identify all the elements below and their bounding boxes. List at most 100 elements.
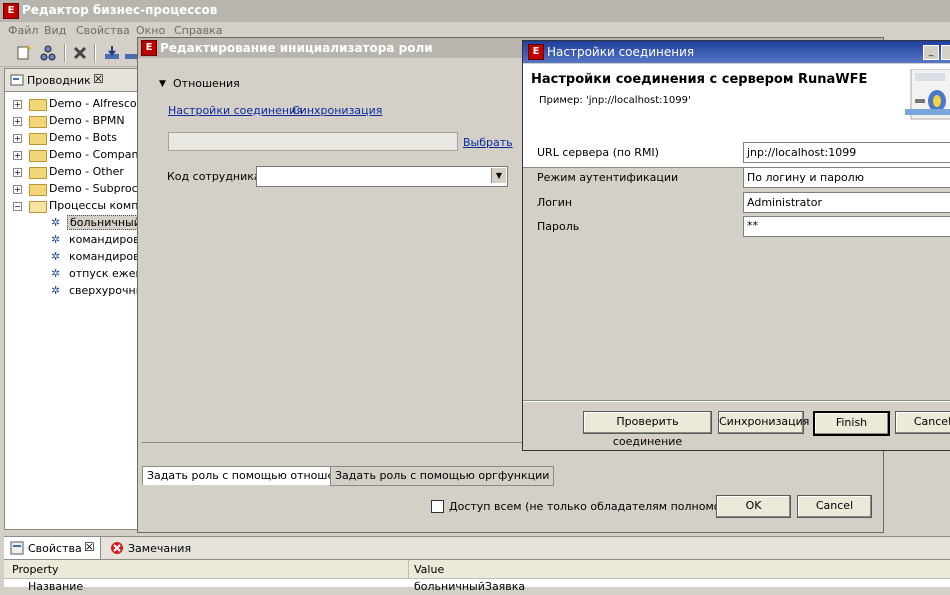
- open-folder-icon: [29, 201, 47, 213]
- tab-issues[interactable]: Замечания: [108, 537, 196, 559]
- cancel-button[interactable]: Cancel: [895, 411, 950, 434]
- menu-help[interactable]: Справка: [174, 24, 222, 37]
- menu-file[interactable]: Файл: [8, 24, 38, 37]
- employee-code-select[interactable]: ▼: [256, 166, 508, 187]
- error-icon: [111, 542, 123, 554]
- role-dialog-title: Редактирование инициализатора роли: [160, 41, 433, 55]
- section-title: Отношения: [173, 77, 240, 90]
- sync-link[interactable]: Синхронизация: [292, 104, 382, 117]
- tree-item-label: Demo - Other: [49, 165, 124, 178]
- connection-dialog-title: Настройки соединения: [547, 45, 695, 59]
- folder-icon: [29, 167, 47, 179]
- connection-dialog-titlebar: E Настройки соединения _: [523, 41, 950, 63]
- sync-button[interactable]: Синхронизация: [718, 411, 809, 434]
- import-icon[interactable]: [104, 45, 120, 61]
- tree-item-label: Demo - Company: [49, 148, 145, 161]
- menu-window[interactable]: Окно: [136, 24, 165, 37]
- access-all-checkbox[interactable]: [431, 500, 444, 513]
- process-icon: ✲: [51, 267, 61, 280]
- properties-panel: Свойства ☒ Замечания Property Value Назв…: [4, 536, 950, 593]
- properties-table-header: Property Value: [4, 560, 950, 579]
- tree-item-label: сверхурочны: [69, 284, 145, 297]
- expand-icon[interactable]: +: [13, 151, 22, 160]
- auth-mode-label: Режим аутентификации: [537, 171, 679, 184]
- minimize-icon[interactable]: _: [923, 45, 939, 60]
- section-toggle-icon[interactable]: ▼: [159, 79, 166, 89]
- expand-icon[interactable]: +: [13, 168, 22, 177]
- url-label: URL сервера (по RMI): [537, 146, 659, 159]
- tree-item-label: Demo - Bots: [49, 131, 117, 144]
- column-property: Property: [12, 563, 59, 576]
- properties-icon: [10, 541, 24, 555]
- cancel-button[interactable]: Cancel: [797, 495, 872, 518]
- properties-tab-bar: Свойства ☒ Замечания: [4, 537, 950, 560]
- expand-icon[interactable]: +: [13, 185, 22, 194]
- main-window-title: Редактор бизнес-процессов: [22, 3, 218, 17]
- tree-item-label: Demo - Alfresco: [49, 97, 137, 110]
- expand-icon[interactable]: +: [13, 100, 22, 109]
- explorer-icon: [10, 74, 24, 86]
- tree-item-label: Demo - Subproces: [49, 182, 151, 195]
- expand-icon[interactable]: +: [13, 117, 22, 126]
- explorer-panel: Проводник ☒ + Demo - Alfresco + Demo - B…: [4, 68, 156, 530]
- chevron-down-icon[interactable]: ▼: [491, 168, 506, 183]
- url-input[interactable]: jnp://localhost:1099: [743, 142, 950, 163]
- auth-mode-select[interactable]: По логину и паролю: [743, 167, 950, 188]
- finish-button[interactable]: Finish: [813, 411, 890, 436]
- close-icon[interactable]: ☒: [84, 540, 95, 554]
- new-file-icon[interactable]: [16, 45, 32, 61]
- folder-icon: [29, 99, 47, 111]
- row-property: Название: [28, 580, 84, 593]
- main-window-titlebar: E Редактор бизнес-процессов: [0, 0, 950, 22]
- url-value: jnp://localhost:1099: [747, 146, 857, 159]
- close-icon[interactable]: ☒: [93, 72, 104, 86]
- login-label: Логин: [537, 196, 573, 209]
- header-title: Настройки соединения с сервером RunaWFE: [531, 72, 868, 87]
- expand-icon[interactable]: +: [13, 134, 22, 143]
- plug-connection-icon: [905, 69, 950, 120]
- explorer-tab[interactable]: Проводник ☒: [5, 69, 137, 92]
- menu-properties[interactable]: Свойства: [76, 24, 130, 37]
- collapse-icon[interactable]: −: [13, 202, 22, 211]
- tab-properties[interactable]: Свойства ☒: [4, 537, 101, 559]
- login-input[interactable]: Administrator: [743, 192, 950, 213]
- relation-field[interactable]: [168, 132, 458, 151]
- login-value: Administrator: [747, 196, 822, 209]
- tab-orgfunction-role[interactable]: Задать роль с помощью оргфункции: [330, 466, 555, 486]
- check-connection-button[interactable]: Проверить соединение: [583, 411, 712, 448]
- folder-icon: [29, 150, 47, 162]
- auth-mode-value: По логину и паролю: [747, 171, 864, 184]
- tab-properties-label: Свойства: [28, 542, 82, 555]
- ok-button[interactable]: OK: [716, 495, 791, 518]
- row-value: больничныйЗаявка: [414, 580, 526, 593]
- process-icon: ✲: [51, 233, 61, 246]
- password-input[interactable]: **: [743, 216, 950, 237]
- app-ef-icon: E: [528, 44, 544, 60]
- app-ef-icon: E: [3, 3, 19, 19]
- table-row[interactable]: Название больничныйЗаявка: [4, 579, 950, 595]
- tree-item-label-selected: больничный: [67, 215, 144, 230]
- connection-settings-link[interactable]: Настройки соединения: [168, 104, 303, 117]
- menu-view[interactable]: Вид: [44, 24, 66, 37]
- process-icon: ✲: [51, 250, 61, 263]
- tab-relation-role[interactable]: Задать роль с помощью отношения: [142, 466, 361, 485]
- maximize-icon[interactable]: [941, 45, 950, 60]
- delete-icon[interactable]: [72, 45, 88, 61]
- tree-item-label: Demo - BPMN: [49, 114, 125, 127]
- folder-icon: [29, 116, 47, 128]
- process-icon: ✲: [51, 284, 61, 297]
- folder-icon: [29, 133, 47, 145]
- header-example: Пример: 'jnp://localhost:1099': [539, 95, 691, 106]
- app-ef-icon: E: [141, 40, 157, 56]
- tab-issues-label: Замечания: [128, 542, 192, 555]
- column-value: Value: [414, 563, 445, 576]
- tree-item-label: командировк: [69, 250, 147, 263]
- choose-link[interactable]: Выбрать: [463, 136, 513, 149]
- folder-icon: [29, 184, 47, 196]
- process-tree: + Demo - Alfresco + Demo - BPMN + Demo -…: [5, 92, 156, 327]
- process-icon[interactable]: [40, 45, 56, 61]
- password-label: Пароль: [537, 220, 580, 233]
- process-icon: ✲: [51, 216, 61, 229]
- password-value: **: [747, 219, 758, 232]
- employee-code-label: Код сотрудника: [167, 170, 261, 183]
